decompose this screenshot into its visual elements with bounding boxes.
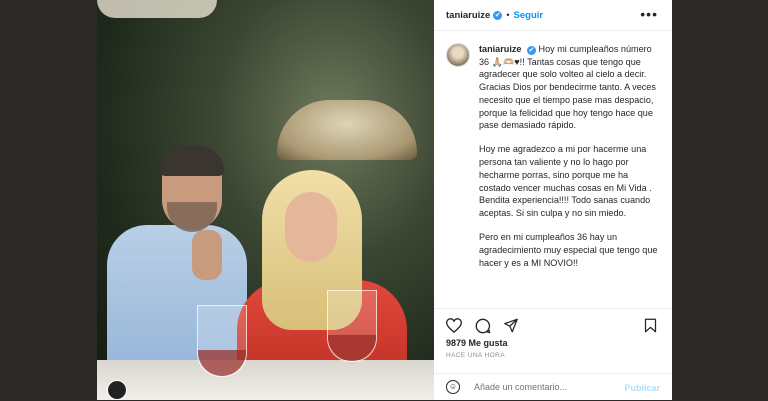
header-username[interactable]: taniaruize [446,10,490,21]
comment-input[interactable] [474,382,614,392]
post-timestamp[interactable]: HACE UNA HORA [446,352,505,359]
publish-button[interactable]: Publicar [624,383,660,393]
hanging-lamp [97,0,217,18]
verified-icon: ✔ [493,10,503,20]
caption-username[interactable]: taniaruize [479,44,521,54]
more-options-icon[interactable]: ••• [640,6,658,22]
garden-umbrella [277,100,417,160]
wine-glass [197,305,247,377]
header-separator: • [506,10,510,20]
caption-paragraph-3: Pero en mi cumpleaños 36 hay un agradeci… [479,232,658,268]
post-side-panel: taniaruize ✔ • Seguir ••• taniaruize ✔ H… [434,0,672,400]
caption-text: taniaruize ✔ Hoy mi cumpleaños número 36… [479,43,659,281]
likes-count[interactable]: 9879 Me gusta [446,338,508,348]
right-backdrop [672,0,768,400]
bookmark-icon[interactable] [644,318,657,333]
left-backdrop [0,0,97,400]
comment-bar: ☺ Publicar [434,373,672,401]
caption-block: taniaruize ✔ Hoy mi cumpleaños número 36… [434,31,672,281]
heart-icon[interactable] [446,318,462,333]
table [97,360,434,400]
verified-icon: ✔ [526,46,536,55]
follow-button[interactable]: Seguir [514,10,544,21]
post-photo[interactable] [97,0,434,400]
caption-paragraph-1: Hoy mi cumpleaños número 36 🙏🏼🫶🏼♥!! Tant… [479,44,656,131]
action-bar [434,308,672,339]
wine-glass [327,290,377,362]
post-header: taniaruize ✔ • Seguir ••• [434,0,672,31]
comment-icon[interactable] [475,318,491,334]
avatar[interactable] [446,43,470,67]
caption-paragraph-2: Hoy me agradezco a mi por hacerme una pe… [479,144,652,218]
emoji-icon[interactable]: ☺ [446,380,460,394]
tagged-user-icon[interactable] [107,380,127,400]
share-icon[interactable] [503,318,519,333]
